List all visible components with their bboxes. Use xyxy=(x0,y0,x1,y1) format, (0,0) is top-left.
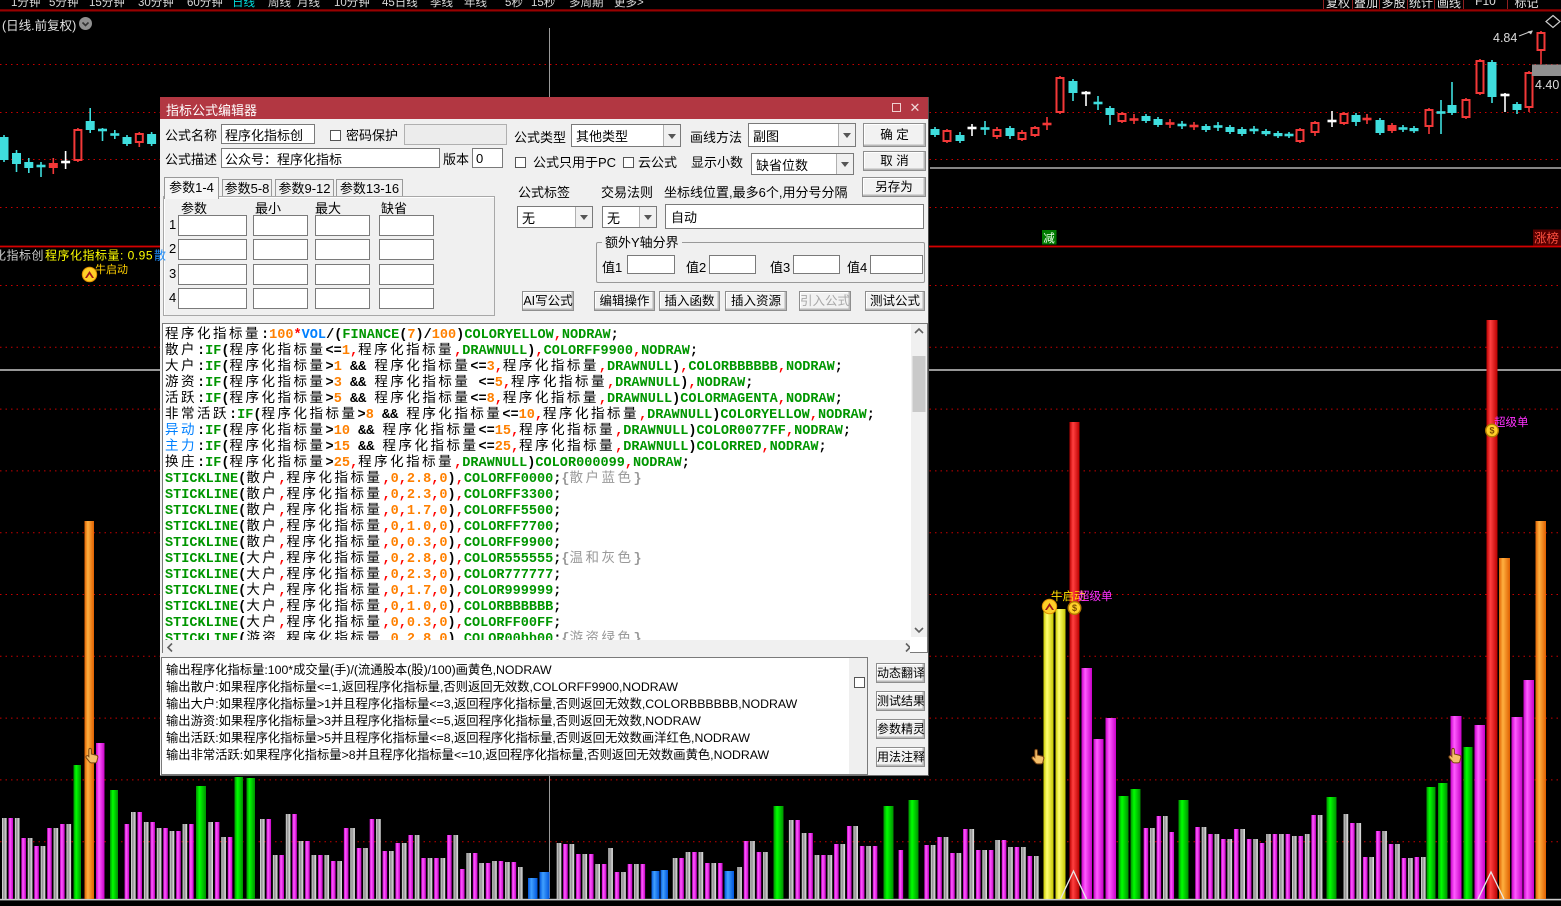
svg-text:牛启动: 牛启动 xyxy=(95,262,128,276)
svg-text:减: 减 xyxy=(1043,232,1055,245)
svg-text:化指标创: 化指标创 xyxy=(0,248,44,263)
svg-text:4.84: 4.84 xyxy=(1493,31,1517,45)
svg-text:超级单: 超级单 xyxy=(1494,415,1529,429)
svg-text:散: 散 xyxy=(154,248,166,263)
svg-text:程序化指标量: 0.95: 程序化指标量: 0.95 xyxy=(45,248,153,263)
svg-text:超级单: 超级单 xyxy=(1078,589,1113,603)
svg-text:4.40: 4.40 xyxy=(1535,78,1559,92)
svg-text:涨榜: 涨榜 xyxy=(1534,231,1559,246)
svg-text:$: $ xyxy=(1072,603,1077,613)
svg-text:$: $ xyxy=(1489,426,1494,436)
